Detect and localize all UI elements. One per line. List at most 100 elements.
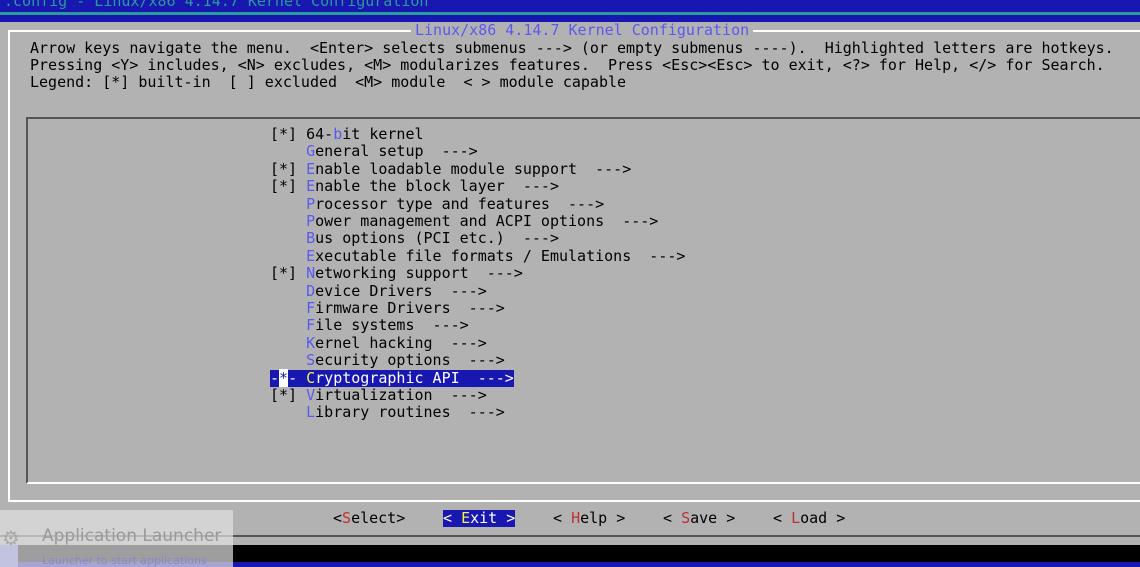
menu-item-hotkey: N bbox=[306, 264, 316, 283]
menu-item-state[interactable] bbox=[270, 247, 306, 265]
menu-item[interactable]: Executable file formats / Emulations ---… bbox=[270, 246, 686, 265]
button-separator bbox=[8, 500, 1140, 502]
menu-item-state[interactable] bbox=[270, 229, 306, 247]
dialog-title: Linux/x86 4.14.7 Kernel Configuration bbox=[411, 22, 754, 39]
menu-item-label: xecutable file formats / Emulations ---> bbox=[315, 246, 686, 265]
menu-item-label: ecurity options ---> bbox=[315, 351, 505, 370]
menu-item-hotkey: D bbox=[306, 281, 316, 300]
menu-item-state[interactable]: [*] bbox=[270, 160, 306, 178]
menu-item-hotkey: F bbox=[306, 316, 316, 335]
menu-item-hotkey: B bbox=[306, 229, 316, 248]
menu-item[interactable]: General setup ---> bbox=[270, 143, 478, 160]
menu-item-label: ibrary routines ---> bbox=[315, 403, 505, 422]
menu-item-label: us options (PCI etc.) ---> bbox=[315, 229, 559, 248]
menu-item[interactable]: [*] 64-bit kernel bbox=[270, 126, 424, 143]
button-label: oad > bbox=[800, 509, 846, 527]
menu-item-hotkey: C bbox=[306, 368, 316, 387]
application-launcher-tooltip: ⚙ Application Launcher Launcher to start… bbox=[0, 510, 233, 567]
button-hotkey: S bbox=[342, 509, 352, 527]
menu-item-state[interactable] bbox=[270, 212, 306, 230]
select-button[interactable]: <Select> bbox=[333, 510, 405, 527]
menu-item-state[interactable] bbox=[270, 334, 306, 352]
menu-item-hotkey: L bbox=[306, 403, 316, 422]
exit-button[interactable]: < Exit > bbox=[443, 509, 516, 527]
menu-item[interactable]: Kernel hacking ---> bbox=[270, 333, 487, 352]
menu-item-state[interactable] bbox=[270, 142, 306, 160]
button-label: < bbox=[663, 509, 682, 527]
menu-item-state[interactable] bbox=[270, 403, 306, 421]
help-line-2: Pressing <Y> includes, <N> excludes, <M>… bbox=[30, 56, 1105, 74]
menu-item-hotkey: b bbox=[333, 125, 343, 143]
menu-item[interactable]: [*] Enable the block layer ---> bbox=[270, 178, 559, 195]
menu-item-hotkey: P bbox=[306, 194, 316, 213]
menu-item-state[interactable]: [*] bbox=[270, 264, 306, 282]
menu-item-label: irtualization ---> bbox=[315, 386, 487, 404]
button-label: ave > bbox=[690, 509, 736, 527]
button-label: < bbox=[443, 509, 462, 527]
menu-item[interactable]: -*- Cryptographic API ---> bbox=[270, 368, 514, 387]
button-label: elect> bbox=[351, 509, 406, 527]
menu-item-hotkey: E bbox=[306, 159, 316, 178]
menu-item-state[interactable] bbox=[270, 351, 306, 369]
button-label: < bbox=[333, 509, 343, 527]
menu-item[interactable]: Bus options (PCI etc.) ---> bbox=[270, 230, 559, 247]
menu-item-state[interactable] bbox=[270, 316, 306, 334]
menu-item-label: ile systems ---> bbox=[315, 316, 469, 335]
menu-item[interactable]: Processor type and features ---> bbox=[270, 194, 605, 213]
menu-item-hotkey: E bbox=[306, 177, 316, 196]
menu-item-state[interactable] bbox=[270, 195, 306, 213]
menu-item[interactable]: Library routines ---> bbox=[270, 404, 505, 421]
button-hotkey: S bbox=[681, 509, 691, 527]
menu-item-label: ernel hacking ---> bbox=[315, 333, 487, 352]
menu-item-label: ryptographic API ---> bbox=[315, 368, 514, 387]
button-label: elp > bbox=[580, 509, 626, 527]
help-line-1: Arrow keys navigate the menu. <Enter> se… bbox=[30, 39, 1114, 57]
load-button[interactable]: < Load > bbox=[773, 510, 845, 527]
button-label: xit > bbox=[470, 509, 516, 527]
menu-item[interactable]: Power management and ACPI options ---> bbox=[270, 213, 658, 230]
cursor: * bbox=[279, 368, 289, 387]
menu-item-label: nable loadable module support ---> bbox=[315, 159, 632, 178]
menu-item[interactable]: [*] Networking support ---> bbox=[270, 265, 523, 282]
legend-line: Legend: [*] built-in [ ] excluded <M> mo… bbox=[30, 73, 627, 91]
menu-item-state[interactable] bbox=[270, 299, 306, 317]
button-hotkey: L bbox=[791, 509, 801, 527]
menu-item-state[interactable]: [*] bbox=[270, 177, 306, 195]
menu-item-hotkey: V bbox=[306, 386, 316, 404]
menu-item-label: ower management and ACPI options ---> bbox=[315, 212, 659, 230]
title-underline bbox=[0, 12, 1140, 15]
kde-launcher-icon[interactable]: ⚙ bbox=[2, 526, 20, 550]
menu-item-state[interactable]: -*- bbox=[270, 368, 306, 387]
terminal-title: .config - Linux/x86 4.14.7 Kernel Config… bbox=[4, 0, 429, 10]
menu-item[interactable]: [*] Virtualization ---> bbox=[270, 387, 487, 404]
launcher-title: Application Launcher bbox=[42, 526, 222, 546]
menu-item-label: nable the block layer ---> bbox=[315, 177, 559, 196]
menu-item-label: 64- bbox=[306, 125, 334, 143]
menu-item-label: etworking support ---> bbox=[315, 264, 523, 283]
menu-item[interactable]: [*] Enable loadable module support ---> bbox=[270, 159, 632, 178]
menu-item-state[interactable]: [*] bbox=[270, 386, 306, 404]
menu-item[interactable]: Firmware Drivers ---> bbox=[270, 300, 505, 317]
menu-item-hotkey: E bbox=[306, 246, 316, 265]
menu-item[interactable]: File systems ---> bbox=[270, 317, 469, 334]
launcher-subtitle: Launcher to start applications bbox=[42, 554, 207, 567]
menu-item-label: eneral setup ---> bbox=[315, 142, 478, 161]
menu-item-state[interactable]: [*] bbox=[270, 125, 306, 143]
help-button[interactable]: < Help > bbox=[553, 510, 625, 527]
menu-item-label: irmware Drivers ---> bbox=[315, 299, 505, 317]
menu-item-label: rocessor type and features ---> bbox=[315, 194, 605, 213]
menu-item[interactable]: Security options ---> bbox=[270, 352, 505, 369]
menu-item[interactable]: Device Drivers ---> bbox=[270, 281, 487, 300]
button-hotkey: H bbox=[571, 509, 581, 527]
menu-item-hotkey: P bbox=[306, 212, 316, 230]
button-label: < bbox=[773, 509, 792, 527]
menu-item-hotkey: F bbox=[306, 299, 316, 317]
menu-item-label: it kernel bbox=[342, 125, 424, 143]
button-hotkey: E bbox=[461, 509, 471, 527]
menu-item-label: evice Drivers ---> bbox=[315, 281, 487, 300]
menu-item-hotkey: G bbox=[306, 142, 316, 161]
save-button[interactable]: < Save > bbox=[663, 510, 735, 527]
menu-item-state[interactable] bbox=[270, 282, 306, 300]
menu-item-hotkey: S bbox=[306, 351, 316, 370]
button-label: < bbox=[553, 509, 572, 527]
